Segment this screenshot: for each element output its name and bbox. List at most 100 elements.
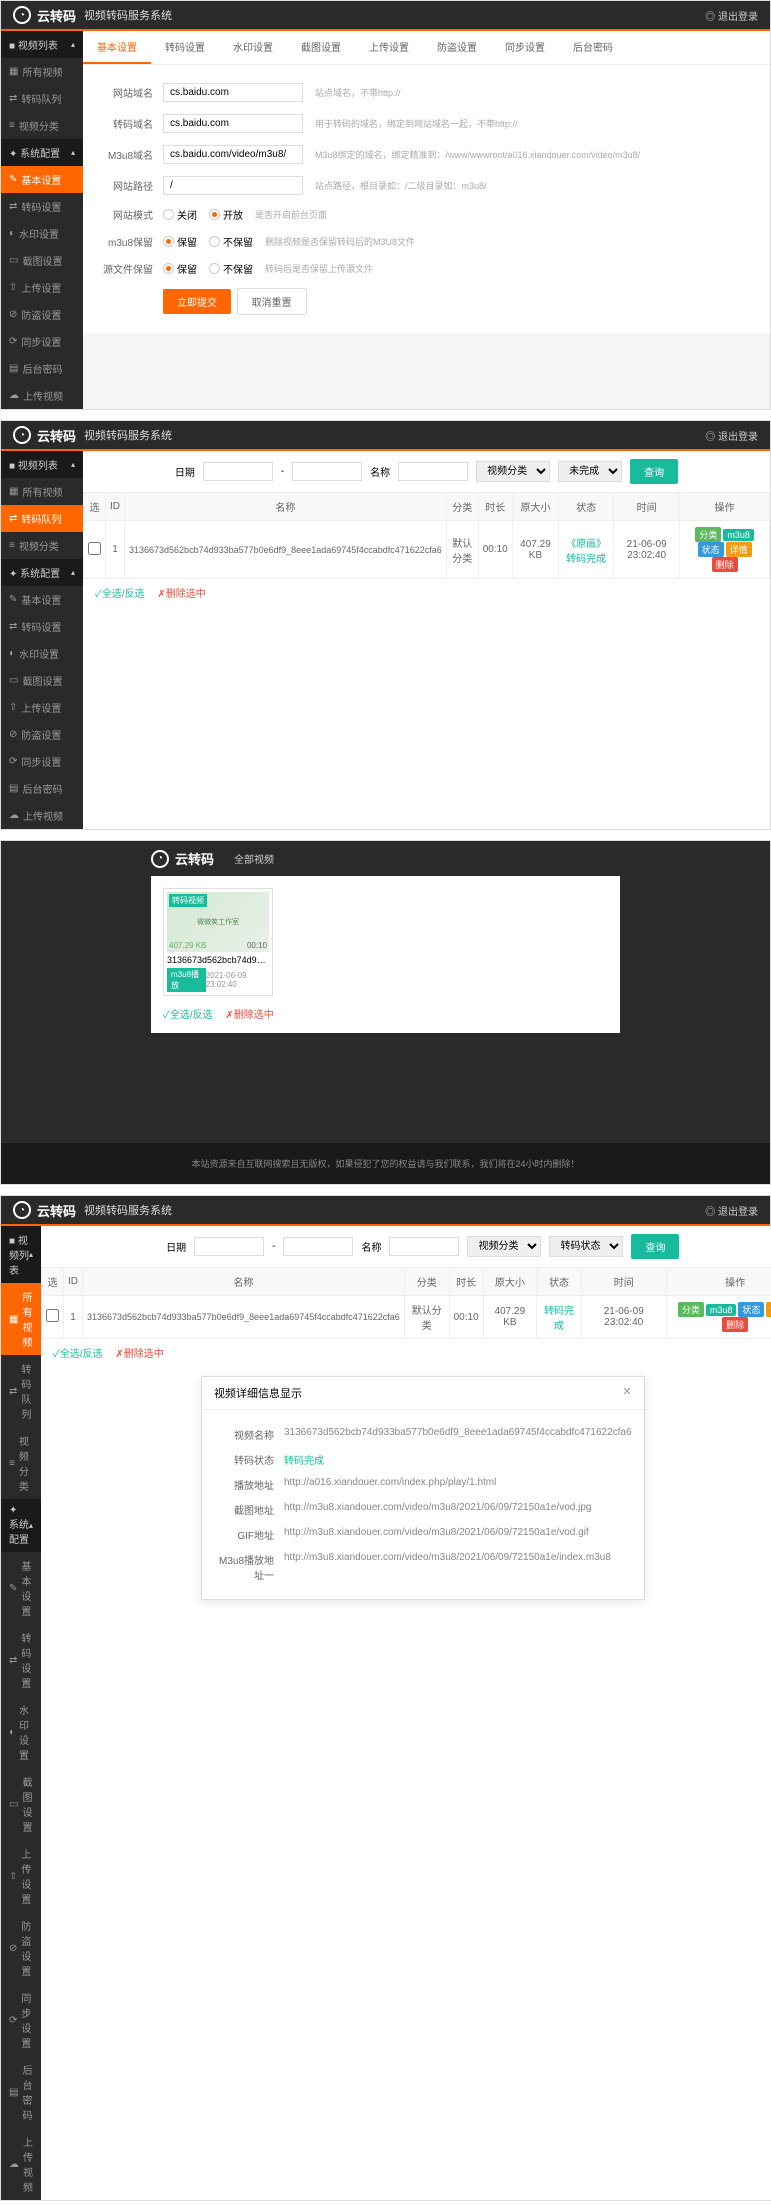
status-select[interactable]: 转码状态 [549, 1236, 623, 1257]
op-status[interactable]: 状态 [698, 542, 724, 557]
sidebar-group-system[interactable]: ✦ 系统配置▴ [1, 559, 83, 586]
sidebar-item-sync[interactable]: ⟳ 同步设置 [1, 1984, 41, 2056]
path-input[interactable] [163, 176, 303, 195]
nav-all-videos[interactable]: 全部视频 [234, 851, 274, 866]
date-to-input[interactable] [283, 1237, 353, 1256]
tab-transcode[interactable]: 转码设置 [151, 31, 219, 64]
logout-link[interactable]: ◎ 退出登录 [705, 1203, 758, 1218]
search-button[interactable]: 查询 [631, 1234, 679, 1259]
delete-selected-link[interactable]: ✗删除选中 [225, 1010, 273, 1021]
op-detail[interactable]: 详情 [726, 542, 752, 557]
sidebar-item-screenshot[interactable]: ▭ 截图设置 [1, 667, 83, 694]
date-from-input[interactable] [203, 462, 273, 481]
tab-basic[interactable]: 基本设置 [83, 31, 151, 64]
sidebar-group-system[interactable]: ✦ 系统配置▴ [1, 1499, 41, 1552]
tab-sync[interactable]: 同步设置 [491, 31, 559, 64]
search-button[interactable]: 查询 [630, 459, 678, 484]
sidebar-item-watermark[interactable]: ◐ 水印设置 [1, 220, 83, 247]
select-all-link[interactable]: ✓全选/反选 [163, 1010, 213, 1021]
sidebar-group-video[interactable]: ■ 视频列表▴ [1, 31, 83, 58]
delete-selected-link[interactable]: ✗删除选中 [157, 589, 205, 600]
tab-watermark[interactable]: 水印设置 [219, 31, 287, 64]
op-m3u8[interactable]: m3u8 [706, 1304, 737, 1316]
select-all-link[interactable]: ✓全选/反选 [53, 1349, 103, 1360]
sidebar-item-queue[interactable]: ⇄ 转码队列 [1, 85, 83, 112]
sidebar-item-screenshot[interactable]: ▭ 截图设置 [1, 247, 83, 274]
mode-off-radio[interactable]: 关闭 [163, 207, 197, 222]
m3u8save-no-radio[interactable]: 不保留 [209, 234, 253, 249]
logout-link[interactable]: ◎ 退出登录 [705, 428, 758, 443]
sidebar-item-antitheft[interactable]: ⊘ 防盗设置 [1, 1912, 41, 1984]
th-status: 状态 [559, 493, 614, 521]
close-icon[interactable]: ✕ [622, 1385, 631, 1401]
sidebar-group-system[interactable]: ✦ 系统配置▴ [1, 139, 83, 166]
sidebar-item-all-videos[interactable]: ▦ 所有视频 [1, 58, 83, 85]
sidebar-item-upload-settings[interactable]: ⇧ 上传设置 [1, 694, 83, 721]
category-select[interactable]: 视频分类 [467, 1236, 541, 1257]
sidebar-item-transcode[interactable]: ⇄ 转码设置 [1, 613, 83, 640]
row-checkbox[interactable] [46, 1309, 59, 1322]
sidebar-item-screenshot[interactable]: ▭ 截图设置 [1, 1768, 41, 1840]
video-card[interactable]: 转码视频 微微笑工作室 407.29 KB 00:10 3136673d562b… [163, 888, 273, 996]
name-input[interactable] [398, 462, 468, 481]
sidebar-item-watermark[interactable]: ◐ 水印设置 [1, 1696, 41, 1768]
op-category[interactable]: 分类 [695, 527, 721, 542]
m3u8-badge[interactable]: m3u8播放 [167, 968, 206, 992]
sidebar-item-password[interactable]: ▤ 后台密码 [1, 355, 83, 382]
sidebar-item-transcode[interactable]: ⇄ 转码设置 [1, 1624, 41, 1696]
sidebar-item-category[interactable]: ≡ 视频分类 [1, 532, 83, 559]
op-detail[interactable]: 详情 [766, 1302, 771, 1317]
sidebar-item-password[interactable]: ▤ 后台密码 [1, 775, 83, 802]
sidebar-item-sync[interactable]: ⟳ 同步设置 [1, 748, 83, 775]
logout-link[interactable]: ◎ 退出登录 [705, 8, 758, 23]
sidebar-item-all-videos[interactable]: ▦ 所有视频 [1, 1283, 41, 1355]
sidebar-item-watermark[interactable]: ◐ 水印设置 [1, 640, 83, 667]
sidebar-item-basic-settings[interactable]: ✎ 基本设置 [1, 166, 83, 193]
submit-button[interactable]: 立即提交 [163, 289, 231, 314]
delete-selected-link[interactable]: ✗删除选中 [115, 1349, 163, 1360]
transcode-input[interactable] [163, 114, 303, 133]
sidebar-item-basic[interactable]: ✎ 基本设置 [1, 1552, 41, 1624]
m3u8save-yes-radio[interactable]: 保留 [163, 234, 197, 249]
sidebar-item-upload-video[interactable]: ☁ 上传视频 [1, 2128, 41, 2200]
date-from-input[interactable] [194, 1237, 264, 1256]
tab-password[interactable]: 后台密码 [559, 31, 627, 64]
sidebar-item-upload-settings[interactable]: ⇧ 上传设置 [1, 1840, 41, 1912]
status-select[interactable]: 未完成 [558, 461, 622, 482]
op-status[interactable]: 状态 [738, 1302, 764, 1317]
op-m3u8[interactable]: m3u8 [723, 529, 754, 541]
sidebar-item-antitheft[interactable]: ⊘ 防盗设置 [1, 721, 83, 748]
sidebar-item-queue[interactable]: ⇄ 转码队列 [1, 505, 83, 532]
sidebar-item-category[interactable]: ≡ 视频分类 [1, 112, 83, 139]
sidebar-item-category[interactable]: ≡ 视频分类 [1, 1427, 41, 1499]
row-checkbox[interactable] [88, 542, 101, 555]
sidebar-item-antitheft[interactable]: ⊘ 防盗设置 [1, 301, 83, 328]
select-all-link[interactable]: ✓全选/反选 [95, 589, 145, 600]
mode-on-radio[interactable]: 开放 [209, 207, 243, 222]
sidebar-group-video[interactable]: ■ 视频列表▴ [1, 451, 83, 478]
sidebar-group-video[interactable]: ■ 视频列表▴ [1, 1226, 41, 1283]
sidebar-item-all-videos[interactable]: ▦ 所有视频 [1, 478, 83, 505]
sidebar-item-upload-video[interactable]: ☁ 上传视频 [1, 382, 83, 409]
date-to-input[interactable] [292, 462, 362, 481]
sidebar-item-transcode-settings[interactable]: ⇄ 转码设置 [1, 193, 83, 220]
source-yes-radio[interactable]: 保留 [163, 261, 197, 276]
tab-antitheft[interactable]: 防盗设置 [423, 31, 491, 64]
tab-screenshot[interactable]: 截图设置 [287, 31, 355, 64]
m3u8-input[interactable] [163, 145, 303, 164]
reset-button[interactable]: 取消重置 [237, 288, 307, 315]
op-delete[interactable]: 删除 [712, 557, 738, 572]
category-select[interactable]: 视频分类 [476, 461, 550, 482]
domain-input[interactable] [163, 83, 303, 102]
sidebar-item-password[interactable]: ▤ 后台密码 [1, 2056, 41, 2128]
sidebar-item-upload-video[interactable]: ☁ 上传视频 [1, 802, 83, 829]
name-input[interactable] [389, 1237, 459, 1256]
sidebar-item-upload-settings[interactable]: ⇧ 上传设置 [1, 274, 83, 301]
op-category[interactable]: 分类 [678, 1302, 704, 1317]
tab-upload[interactable]: 上传设置 [355, 31, 423, 64]
source-no-radio[interactable]: 不保留 [209, 261, 253, 276]
sidebar-item-basic[interactable]: ✎ 基本设置 [1, 586, 83, 613]
op-delete[interactable]: 删除 [722, 1317, 748, 1332]
sidebar-item-sync[interactable]: ⟳ 同步设置 [1, 328, 83, 355]
sidebar-item-queue[interactable]: ⇄ 转码队列 [1, 1355, 41, 1427]
